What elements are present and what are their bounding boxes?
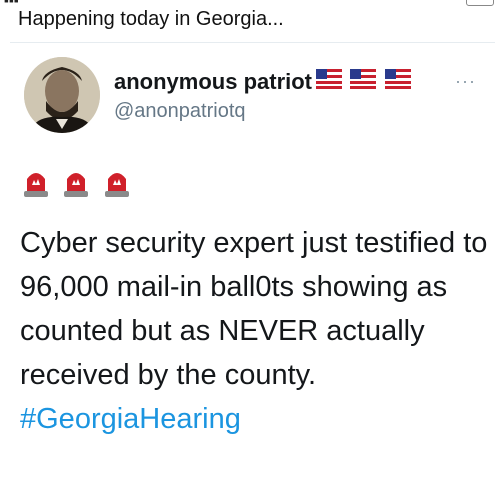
- us-flag-icon: [350, 69, 377, 89]
- us-flag-icon: [316, 69, 342, 89]
- battery-icon: [466, 0, 494, 6]
- tweet-body: Cyber security expert just testified to …: [20, 227, 488, 391]
- caption: Happening today in Georgia...: [18, 8, 284, 30]
- user-handle[interactable]: @anonpatriotq: [114, 100, 246, 123]
- us-flag-icon: [384, 69, 411, 89]
- siren-icon: [24, 173, 48, 197]
- siren-icon: [104, 173, 129, 197]
- hashtag-link[interactable]: #GeorgiaHearing: [20, 403, 241, 435]
- emoji-row: [22, 167, 139, 202]
- signal-icon: ▪▪▪: [4, 0, 19, 8]
- name-flags: [316, 69, 415, 89]
- siren-icon: [64, 173, 89, 197]
- more-options-icon[interactable]: ···: [455, 71, 476, 92]
- display-name[interactable]: anonymous patriot: [114, 69, 312, 95]
- tweet-text: Cyber security expert just testified to …: [20, 221, 490, 441]
- avatar[interactable]: [24, 57, 100, 133]
- status-bar: ▪▪▪: [0, 0, 500, 8]
- tweet-card[interactable]: anonymous patriot @anonpatriotq ··· Cybe…: [10, 42, 495, 483]
